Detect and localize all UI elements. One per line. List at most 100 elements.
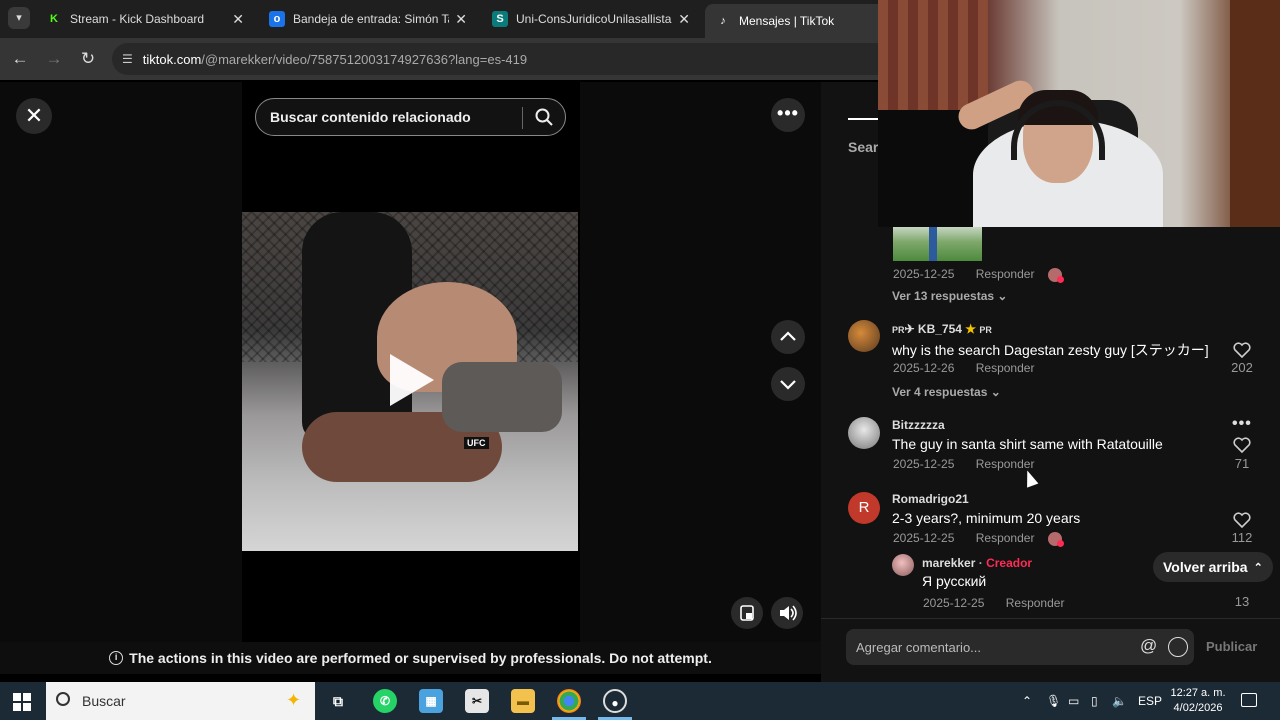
network-icon[interactable]: ▭ — [1068, 694, 1079, 708]
back-arrow-icon[interactable]: ← — [8, 47, 32, 71]
comment-author[interactable]: PR✈ KB_754 ★ PR — [892, 322, 992, 336]
store-icon[interactable]: ▦ — [419, 689, 443, 713]
view-replies-link[interactable]: Ver 4 respuestas ⌄ — [892, 385, 1001, 399]
next-video-button[interactable] — [771, 367, 805, 401]
creator-avatar[interactable] — [892, 554, 914, 576]
comment-input[interactable]: Agregar comentario... @ — [846, 629, 1194, 665]
forward-arrow-icon[interactable]: → — [42, 47, 66, 71]
comment-text: 2-3 years?, minimum 20 years — [892, 510, 1081, 526]
system-clock[interactable]: 12:27 a. m. 4/02/2026 — [1168, 686, 1228, 716]
avatar[interactable] — [848, 417, 880, 449]
author-name: marekker — [922, 556, 976, 570]
reply-meta: 2025-12-25 Responder — [923, 596, 1064, 610]
comment-author[interactable]: Romadrigo21 — [892, 492, 969, 506]
sticker-thumbnail[interactable] — [893, 226, 982, 261]
clock-time: 12:27 a. m. — [1170, 687, 1226, 699]
search-icon — [56, 692, 70, 706]
tab-outlook[interactable]: o Bandeja de entrada: Simón Tab ✕ — [259, 4, 477, 34]
emoji-icon[interactable] — [1168, 637, 1188, 657]
tab-title: Uni-ConsJuridicoUnilasallista - — [516, 12, 673, 26]
tab-close-icon[interactable]: ✕ — [678, 11, 690, 28]
active-tab-underline — [848, 118, 880, 120]
view-replies-link[interactable]: Ver 13 respuestas ⌄ — [892, 289, 1007, 303]
previous-video-button[interactable] — [771, 320, 805, 354]
comment-meta: 2025-12-25 Responder — [893, 457, 1034, 471]
heart-icon[interactable] — [1233, 342, 1251, 358]
reply-button[interactable]: Responder — [976, 267, 1035, 281]
taskbar-search-placeholder: Buscar — [82, 693, 126, 709]
search-divider — [522, 107, 523, 129]
whatsapp-icon[interactable]: ✆ — [373, 689, 397, 713]
reply-author[interactable]: marekker · Creador — [922, 556, 1032, 570]
windows-taskbar: Buscar ✦ ⧉ ✆ ▦ ✂ ▬ ● ⌃ 🎙 ▭ ▯ 🔈 ESP 12:27… — [0, 682, 1280, 720]
name-prefix: PR — [892, 325, 905, 335]
chevron-up-icon — [780, 331, 796, 341]
battery-icon[interactable]: ▯ — [1091, 694, 1098, 708]
windows-start-icon[interactable] — [13, 693, 31, 711]
comment-date: 2025-12-26 — [893, 361, 955, 375]
reply-text: Я русский — [922, 573, 987, 589]
heart-icon[interactable] — [1233, 512, 1251, 528]
chevron-down-icon: ⌄ — [990, 385, 1001, 399]
obs-icon[interactable]: ● — [603, 689, 627, 713]
tab-search-dropdown[interactable]: ▾ — [8, 7, 30, 29]
name-suffix: PR — [979, 325, 992, 335]
volume-icon[interactable]: 🔈 — [1112, 694, 1127, 708]
chevron-up-icon[interactable]: ⌃ — [1022, 694, 1032, 708]
taskbar-search[interactable]: Buscar ✦ — [46, 682, 315, 720]
url-path: /@marekker/video/7587512003174927636?lan… — [201, 51, 528, 67]
comment-author[interactable]: Bitzzzzza — [892, 418, 945, 432]
comment-more-icon[interactable]: ••• — [1232, 415, 1252, 433]
avatar[interactable] — [848, 320, 880, 352]
safety-disclaimer: i The actions in this video are performe… — [0, 642, 821, 674]
tab-search-partial[interactable]: Sear — [848, 139, 878, 155]
avatar[interactable]: R — [848, 492, 880, 524]
comment-text: why is the search Dagestan zesty guy [ステ… — [892, 342, 1209, 358]
kick-icon: K — [50, 13, 58, 25]
reply-button[interactable]: Responder — [976, 531, 1035, 545]
author-name: KB_754 — [917, 322, 962, 336]
more-options-button[interactable]: ••• — [771, 98, 805, 132]
video-viewer: ✕ Buscar contenido relacionado ••• UFC i… — [0, 82, 821, 682]
related-content-search[interactable]: Buscar contenido relacionado — [255, 98, 566, 136]
heart-icon[interactable] — [1233, 437, 1251, 453]
play-icon[interactable] — [390, 354, 434, 406]
chrome-icon[interactable] — [557, 689, 581, 713]
sparkle-icon: ✦ — [286, 690, 302, 710]
tab-title: Stream - Kick Dashboard — [70, 12, 205, 26]
tab-close-icon[interactable]: ✕ — [232, 11, 244, 28]
publish-button[interactable]: Publicar — [1206, 639, 1257, 654]
back-to-top-button[interactable]: Volver arriba ⌃ — [1153, 552, 1273, 582]
avatar-letter: R — [858, 499, 870, 516]
site-settings-icon[interactable]: ☰ — [122, 52, 133, 66]
webcam-overlay — [878, 0, 1280, 227]
language-indicator[interactable]: ESP — [1138, 694, 1162, 708]
tab-sharepoint[interactable]: S Uni-ConsJuridicoUnilasallista - ✕ — [482, 4, 700, 34]
close-video-button[interactable]: ✕ — [16, 98, 52, 134]
reply-button[interactable]: Responder — [1006, 596, 1065, 610]
mention-icon[interactable]: @ — [1140, 636, 1157, 656]
comment-meta: 2025-12-25 Responder — [893, 531, 1064, 547]
info-icon: i — [109, 651, 124, 665]
reload-icon[interactable]: ↻ — [76, 47, 100, 71]
disclaimer-text: The actions in this video are performed … — [129, 650, 712, 666]
picture-in-picture-button[interactable] — [731, 597, 763, 629]
volume-button[interactable] — [771, 597, 803, 629]
search-icon[interactable] — [534, 107, 554, 127]
capcut-icon[interactable]: ✂ — [465, 689, 489, 713]
tab-kick-dashboard[interactable]: K Stream - Kick Dashboard ✕ — [36, 4, 254, 34]
star-icon: ★ — [965, 322, 977, 336]
notification-icon[interactable] — [1241, 693, 1257, 707]
tab-close-icon[interactable]: ✕ — [455, 11, 467, 28]
comment-placeholder: Agregar comentario... — [856, 639, 982, 655]
reply-date: 2025-12-25 — [923, 596, 985, 610]
outlook-icon: o — [269, 11, 285, 27]
video-blur-background — [0, 82, 242, 642]
microphone-icon[interactable]: 🎙 — [1046, 694, 1061, 708]
comment-date: 2025-12-25 — [893, 457, 955, 471]
reply-button[interactable]: Responder — [976, 457, 1035, 471]
task-view-icon[interactable]: ⧉ — [326, 689, 350, 713]
reply-button[interactable]: Responder — [976, 361, 1035, 375]
creator-badge: Creador — [986, 556, 1033, 570]
file-explorer-icon[interactable]: ▬ — [511, 689, 535, 713]
